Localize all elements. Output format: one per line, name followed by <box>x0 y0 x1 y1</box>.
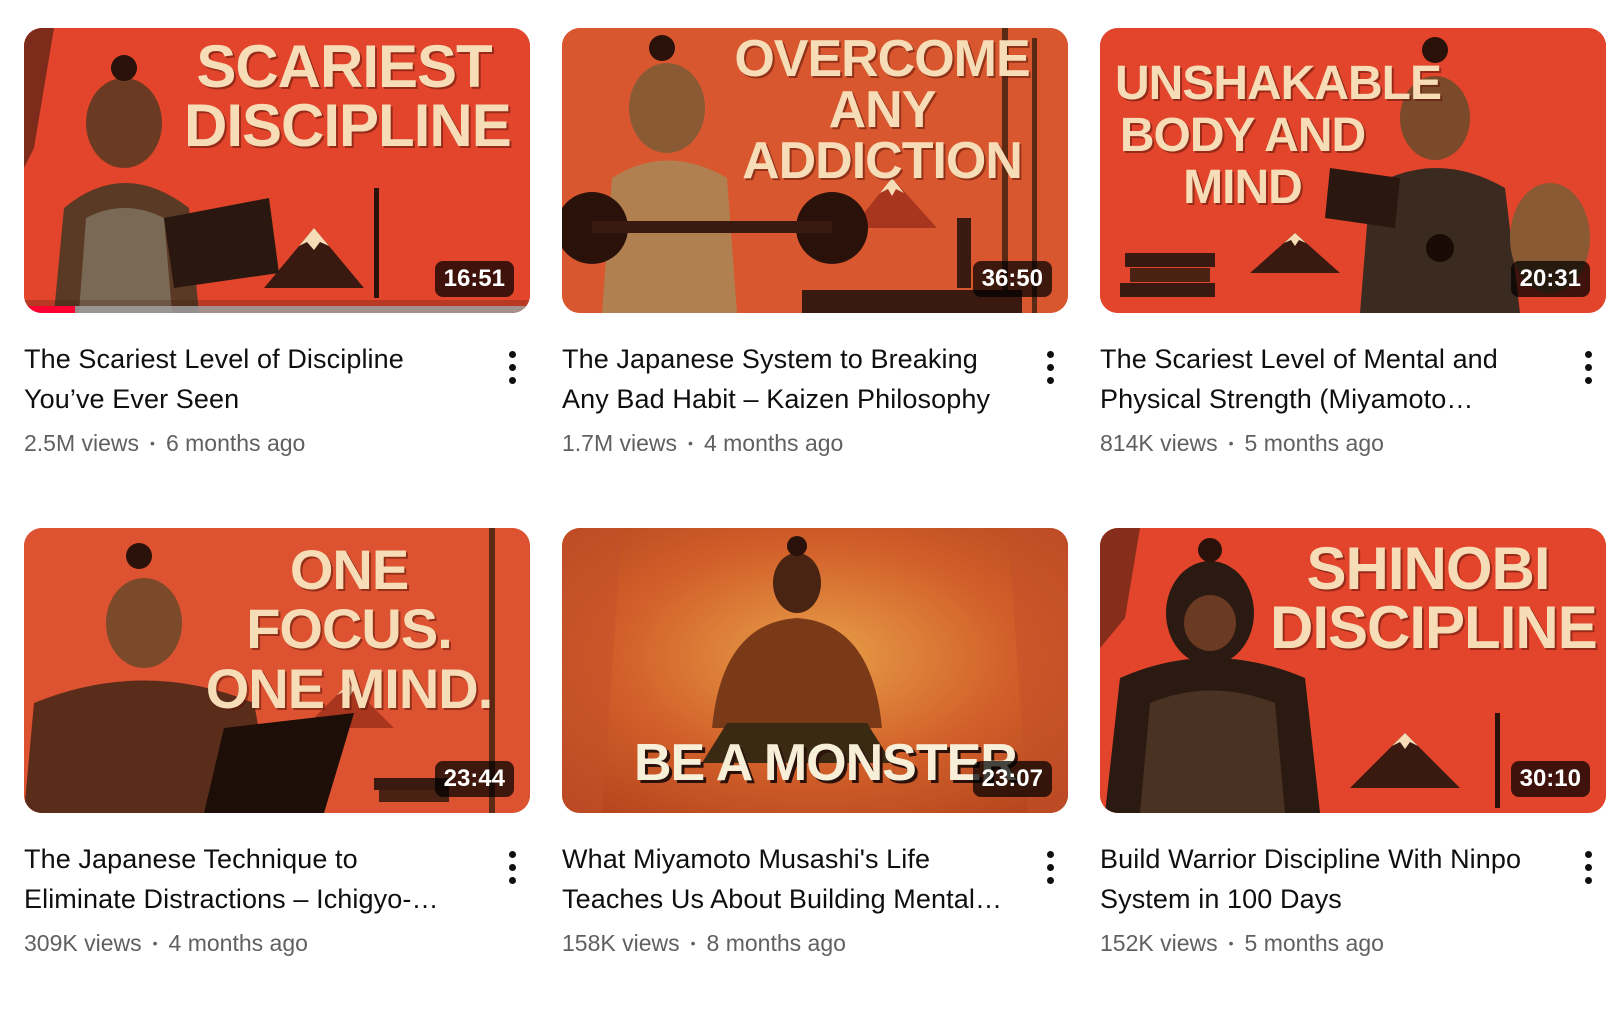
video-stats: 814K views • 5 months ago <box>1100 428 1550 458</box>
video-thumbnail[interactable]: SHINOBI DISCIPLINE 30:10 <box>1100 528 1606 813</box>
view-count: 152K views <box>1100 930 1218 956</box>
more-actions-icon[interactable] <box>1574 847 1602 887</box>
video-duration-badge: 16:51 <box>434 261 514 297</box>
watch-progress-bar <box>24 306 530 313</box>
thumbnail-headline: BE A MONSTER <box>634 734 1018 792</box>
separator-dot: • <box>150 435 155 451</box>
upload-age: 5 months ago <box>1244 930 1384 956</box>
video-stats: 309K views • 4 months ago <box>24 928 474 958</box>
video-details: The Japanese Technique to Eliminate Dist… <box>24 839 530 958</box>
video-title[interactable]: The Scariest Level of Mental and Physica… <box>1100 339 1550 419</box>
video-title[interactable]: The Japanese Technique to Eliminate Dist… <box>24 839 474 919</box>
video-stats: 1.7M views • 4 months ago <box>562 428 1012 458</box>
more-actions-icon[interactable] <box>498 847 526 887</box>
more-actions-icon[interactable] <box>498 347 526 387</box>
video-card[interactable]: SHINOBI DISCIPLINE 30:10 Build Warrior D… <box>1100 528 1606 1028</box>
video-details: What Miyamoto Musashi's Life Teaches Us … <box>562 839 1068 958</box>
video-stats: 2.5M views • 6 months ago <box>24 428 474 458</box>
video-thumbnail[interactable]: ONE FOCUS. ONE MIND. 23:44 <box>24 528 530 813</box>
thumbnail-headline: SHINOBI DISCIPLINE <box>1270 535 1598 661</box>
more-actions-icon[interactable] <box>1036 347 1064 387</box>
video-thumbnail[interactable]: OVERCOME ANY ADDICTION 36:50 <box>562 28 1068 313</box>
video-title[interactable]: The Scariest Level of Discipline You’ve … <box>24 339 474 419</box>
view-count: 1.7M views <box>562 430 678 456</box>
video-thumbnail[interactable]: BE A MONSTER 23:07 <box>562 528 1068 813</box>
video-card[interactable]: SCARIEST DISCIPLINE 16:51 The Scariest L… <box>24 28 530 528</box>
thumbnail-headline: UNSHAKABLE BODY AND MIND <box>1115 57 1442 214</box>
thumbnail-headline: ONE FOCUS. ONE MIND. <box>205 538 494 720</box>
upload-age: 8 months ago <box>706 930 846 956</box>
video-duration-badge: 36:50 <box>972 261 1052 297</box>
separator-dot: • <box>688 435 693 451</box>
video-title[interactable]: The Japanese System to Breaking Any Bad … <box>562 339 1012 419</box>
video-card[interactable]: BE A MONSTER 23:07 What Miyamoto Musashi… <box>562 528 1068 1028</box>
view-count: 158K views <box>562 930 680 956</box>
video-stats: 158K views • 8 months ago <box>562 928 1012 958</box>
video-title[interactable]: Build Warrior Discipline With Ninpo Syst… <box>1100 839 1550 919</box>
separator-dot: • <box>1228 435 1234 451</box>
view-count: 309K views <box>24 930 142 956</box>
video-duration-badge: 30:10 <box>1510 761 1590 797</box>
upload-age: 4 months ago <box>703 430 844 456</box>
view-count: 2.5M views <box>24 430 140 456</box>
video-details: Build Warrior Discipline With Ninpo Syst… <box>1100 839 1606 958</box>
video-details: The Scariest Level of Discipline You’ve … <box>24 339 530 458</box>
video-thumbnail[interactable]: UNSHAKABLE BODY AND MIND 20:31 <box>1100 28 1606 313</box>
thumbnail-headline: SCARIEST DISCIPLINE <box>184 33 512 159</box>
video-card[interactable]: UNSHAKABLE BODY AND MIND 20:31 The Scari… <box>1100 28 1606 528</box>
separator-dot: • <box>152 935 158 951</box>
video-title[interactable]: What Miyamoto Musashi's Life Teaches Us … <box>562 839 1012 919</box>
separator-dot: • <box>690 935 696 951</box>
video-thumbnail[interactable]: SCARIEST DISCIPLINE 16:51 <box>24 28 530 313</box>
video-duration-badge: 20:31 <box>1510 261 1590 297</box>
video-card[interactable]: OVERCOME ANY ADDICTION 36:50 The Japanes… <box>562 28 1068 528</box>
video-duration-badge: 23:44 <box>434 761 514 797</box>
upload-age: 6 months ago <box>165 430 306 456</box>
upload-age: 4 months ago <box>168 930 308 956</box>
view-count: 814K views <box>1100 430 1218 456</box>
upload-age: 5 months ago <box>1244 430 1384 456</box>
video-details: The Japanese System to Breaking Any Bad … <box>562 339 1068 458</box>
video-card[interactable]: ONE FOCUS. ONE MIND. 23:44 The Japanese … <box>24 528 530 1028</box>
video-details: The Scariest Level of Mental and Physica… <box>1100 339 1606 458</box>
thumbnail-headline: OVERCOME ANY ADDICTION <box>734 30 1030 190</box>
video-grid: SCARIEST DISCIPLINE 16:51 The Scariest L… <box>24 28 1606 1028</box>
video-duration-badge: 23:07 <box>972 761 1052 797</box>
watch-progress-fill <box>24 306 75 313</box>
more-actions-icon[interactable] <box>1574 347 1602 387</box>
separator-dot: • <box>1228 935 1234 951</box>
more-actions-icon[interactable] <box>1036 847 1064 887</box>
video-stats: 152K views • 5 months ago <box>1100 928 1550 958</box>
